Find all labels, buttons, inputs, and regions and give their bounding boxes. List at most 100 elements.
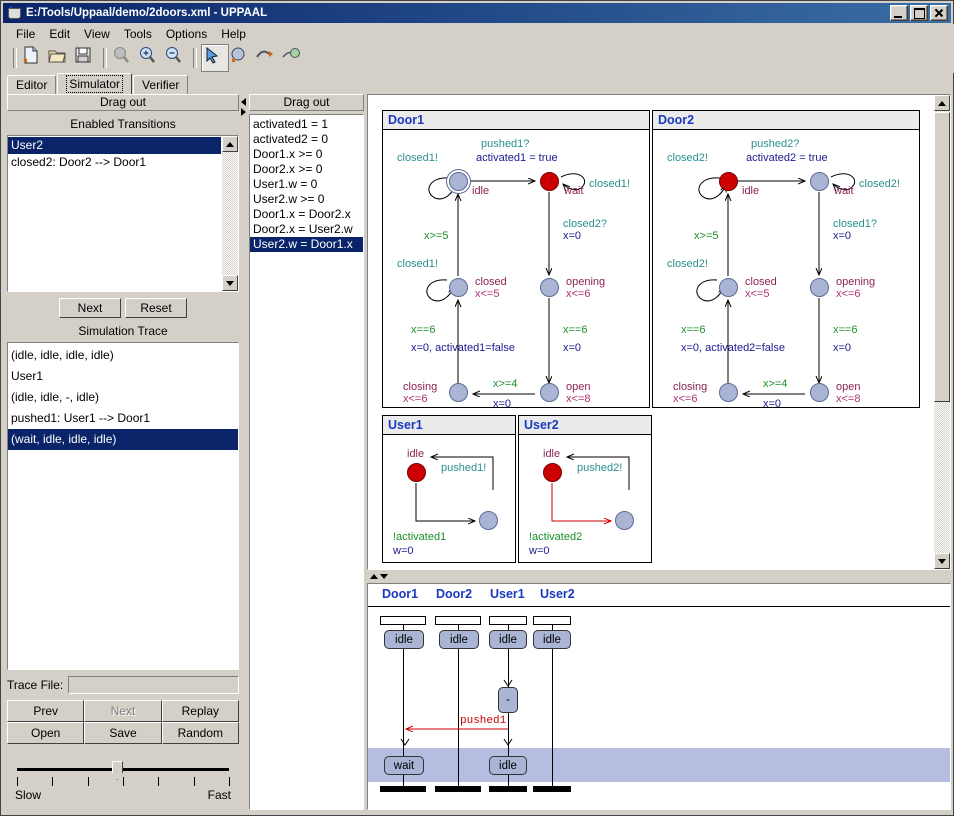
menu-file[interactable]: File [9, 25, 42, 43]
state-label-closed: closed [475, 276, 507, 288]
list-item[interactable]: (wait, idle, idle, idle) [8, 429, 238, 450]
state-closed[interactable] [719, 278, 738, 297]
tab-simulator[interactable]: Simulator [57, 73, 133, 94]
split-divider-horizontal[interactable] [367, 572, 951, 582]
menu-options[interactable]: Options [159, 25, 214, 43]
minimize-button[interactable] [890, 5, 908, 21]
edge-update: x=0, activated2=false [681, 342, 785, 354]
message-sequence-chart: Door1 Door2 User1 User2 idle idle idle i… [367, 583, 951, 810]
add-nail-icon[interactable] [281, 45, 307, 71]
uppaal-window: E:/Tools/Uppaal/demo/2doors.xml - UPPAAL… [0, 0, 954, 816]
tab-verifier[interactable]: Verifier [133, 75, 189, 94]
state-label-open: open [566, 381, 591, 393]
list-item[interactable]: closed2: Door2 --> Door1 [8, 154, 221, 171]
close-button[interactable] [930, 5, 948, 21]
add-edge-icon[interactable] [255, 45, 281, 71]
msc-state[interactable]: idle [489, 756, 527, 775]
list-item[interactable]: pushed1: User1 --> Door1 [8, 408, 238, 429]
list-item[interactable]: User2.w = Door1.x [250, 237, 363, 252]
state-idle[interactable] [719, 172, 738, 191]
enabled-transitions-list[interactable]: User2 closed2: Door2 --> Door1 [7, 135, 239, 292]
state-opening[interactable] [540, 278, 559, 297]
list-item[interactable]: User2 [8, 137, 221, 154]
list-item[interactable]: activated1 = 1 [250, 117, 363, 132]
state-label-idle: idle [472, 185, 490, 197]
scroll-down-button[interactable] [934, 553, 950, 569]
list-item[interactable]: User1 [8, 366, 238, 387]
open-folder-icon[interactable] [47, 45, 73, 71]
menu-view[interactable]: View [77, 25, 117, 43]
msc-end-bar [380, 786, 426, 792]
variables-list[interactable]: activated1 = 1 activated2 = 0 Door1.x >=… [249, 114, 364, 810]
list-item[interactable]: Door1.x = Door2.x [250, 207, 363, 222]
scroll-up-button[interactable] [934, 95, 950, 111]
state-open[interactable] [540, 383, 559, 402]
trace-file-input[interactable] [68, 676, 239, 694]
diagram-scrollbar[interactable] [934, 95, 950, 569]
state-closed[interactable] [449, 278, 468, 297]
tab-editor[interactable]: Editor [7, 75, 57, 94]
automaton-door2: Door2 idle wait closed x<=5 opening x<=6… [652, 110, 920, 410]
state-open[interactable] [810, 383, 829, 402]
save-button[interactable]: Save [84, 722, 162, 744]
menu-help[interactable]: Help [214, 25, 253, 43]
scroll-down-button[interactable] [222, 275, 238, 291]
list-item[interactable]: Door1.x >= 0 [250, 147, 363, 162]
save-disk-icon[interactable] [73, 45, 99, 71]
msc-state[interactable]: wait [384, 756, 424, 775]
list-item[interactable]: (idle, idle, -, idle) [8, 387, 238, 408]
state-invariant-open: x<=8 [836, 393, 861, 405]
automaton-title: User1 [383, 416, 515, 435]
prev-button[interactable]: Prev [7, 700, 85, 722]
zoom-out-icon[interactable] [163, 45, 189, 71]
state-invariant-closing: x<=6 [403, 393, 428, 405]
drag-out-handle-left[interactable]: Drag out [7, 94, 239, 111]
state-idle[interactable] [449, 172, 468, 191]
msc-state[interactable]: - [498, 687, 518, 713]
state-idle[interactable] [407, 463, 426, 482]
state-label-closing: closing [403, 381, 438, 393]
edge-guard: x>=5 [694, 230, 719, 242]
random-button[interactable]: Random [161, 722, 239, 744]
state-closing[interactable] [719, 383, 738, 402]
state-ready[interactable] [615, 511, 634, 530]
menu-tools[interactable]: Tools [117, 25, 159, 43]
maximize-button[interactable] [910, 5, 928, 21]
drag-out-handle-variables[interactable]: Drag out [249, 94, 364, 111]
state-wait[interactable] [810, 172, 829, 191]
next-transition-button[interactable]: Next [59, 298, 121, 318]
speed-slider[interactable]: Slow Fast [7, 758, 239, 806]
edge-guard: !activated2 [529, 531, 583, 543]
state-invariant-closed: x<=5 [745, 288, 770, 300]
scroll-up-button[interactable] [222, 136, 238, 152]
simulation-trace-list[interactable]: (idle, idle, idle, idle) User1 (idle, id… [7, 342, 239, 670]
state-label-idle: idle [742, 185, 760, 197]
list-item[interactable]: (idle, idle, idle, idle) [8, 345, 238, 366]
automaton-user2: User2 idle pushed2! !activated2 w=0 [518, 415, 652, 563]
transition-buttons: Next Reset [7, 298, 239, 318]
state-closing[interactable] [449, 383, 468, 402]
new-document-icon[interactable] [21, 45, 47, 71]
state-wait[interactable] [540, 172, 559, 191]
state-invariant-closing: x<=6 [673, 393, 698, 405]
list-item[interactable]: activated2 = 0 [250, 132, 363, 147]
state-ready[interactable] [479, 511, 498, 530]
state-opening[interactable] [810, 278, 829, 297]
scrollbar-thumb[interactable] [934, 112, 950, 402]
edge-sync: closed1! [397, 258, 438, 270]
replay-button[interactable]: Replay [161, 700, 239, 722]
menu-edit[interactable]: Edit [42, 25, 77, 43]
list-item[interactable]: User1.w = 0 [250, 177, 363, 192]
list-item[interactable]: User2.w >= 0 [250, 192, 363, 207]
add-location-icon[interactable] [229, 45, 255, 71]
select-pointer-icon[interactable] [201, 44, 229, 72]
state-idle[interactable] [543, 463, 562, 482]
reset-button[interactable]: Reset [125, 298, 187, 318]
zoom-in-icon[interactable] [137, 45, 163, 71]
split-divider-left[interactable] [239, 94, 249, 810]
enabled-transitions-scrollbar[interactable] [222, 136, 238, 291]
list-item[interactable]: Door2.x = User2.w [250, 222, 363, 237]
list-item[interactable]: Door2.x >= 0 [250, 162, 363, 177]
automaton-title: Door2 [653, 111, 919, 130]
open-button[interactable]: Open [7, 722, 85, 744]
